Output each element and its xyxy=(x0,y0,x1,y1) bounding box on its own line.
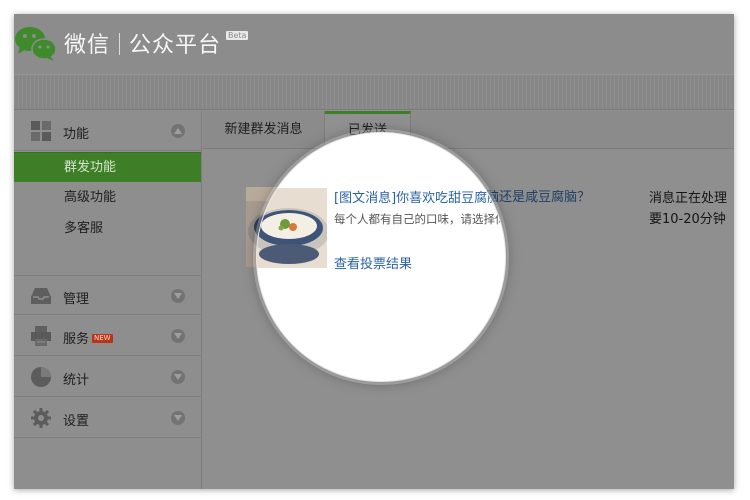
message-description: 每个人都有自己的口味，请选择你的口味吧~ xyxy=(334,212,506,226)
chevron-down-icon[interactable] xyxy=(171,411,185,425)
pie-chart-icon xyxy=(31,367,51,387)
view-vote-results-link[interactable]: 查看投票结果 xyxy=(334,253,412,272)
sidebar-section-label: 服务 NEW xyxy=(63,328,113,347)
sidebar-section-label: 管理 xyxy=(63,292,90,307)
chevron-down-icon[interactable] xyxy=(171,329,185,343)
beta-badge: Beta xyxy=(226,31,249,40)
chevron-down-icon[interactable] xyxy=(171,289,185,303)
sidebar-section-service[interactable]: 服务 NEW xyxy=(14,316,202,356)
status-line-2: 要10-20分钟 xyxy=(649,212,726,227)
sidebar-section-stats[interactable]: 统计 xyxy=(14,357,202,397)
printer-icon xyxy=(31,326,51,346)
message-title-link[interactable]: [图文消息]你喜欢吃甜豆腐脑还是咸豆腐脑？ xyxy=(334,187,505,206)
tofu-pudding-image xyxy=(257,188,327,268)
sidebar-item-advanced[interactable]: 高级功能 xyxy=(14,183,201,213)
sidebar-item-customer-service[interactable]: 多客服 xyxy=(14,214,201,244)
sidebar-section-settings[interactable]: 设置 xyxy=(14,398,202,438)
chevron-up-icon[interactable] xyxy=(171,124,185,138)
status-line-1: 消息正在处理 xyxy=(649,191,728,206)
brand-product: 公众平台 xyxy=(129,33,222,58)
brand-title[interactable]: 微信 公众平台 xyxy=(64,27,221,59)
inbox-icon xyxy=(31,288,51,304)
sidebar-item-mass-send[interactable]: 群发功能 xyxy=(14,152,201,182)
sidebar: 功能 群发功能 高级功能 多客服 管理 服务 NEW 统计 设置 xyxy=(14,111,202,489)
new-badge: NEW xyxy=(92,334,113,343)
spotlight-content: [图文消息]你喜欢吃甜豆腐脑还是咸豆腐脑？ 每个人都有自己的口味，请选择你的口味… xyxy=(257,133,506,381)
sidebar-section-text: 服务 xyxy=(63,332,90,347)
message-thumbnail-lit[interactable] xyxy=(257,188,327,268)
chevron-down-icon[interactable] xyxy=(171,370,185,384)
wechat-logo-icon xyxy=(15,27,57,61)
sidebar-section-label: 设置 xyxy=(63,414,90,429)
spotlight-lens: [图文消息]你喜欢吃甜豆腐脑还是咸豆腐脑？ 每个人都有自己的口味，请选择你的口味… xyxy=(256,132,506,382)
grid-icon xyxy=(31,121,51,141)
sidebar-section-label: 统计 xyxy=(63,373,90,388)
sidebar-section-manage[interactable]: 管理 xyxy=(14,275,202,315)
sidebar-section-function[interactable]: 功能 xyxy=(14,111,202,151)
gear-icon xyxy=(31,408,51,428)
pattern-band xyxy=(14,74,734,110)
processing-status: 消息正在处理 要10-20分钟 xyxy=(649,188,727,230)
sidebar-section-label: 功能 xyxy=(63,127,90,142)
top-header: 微信 公众平台 Beta xyxy=(14,14,734,74)
brand-name: 微信 xyxy=(64,33,111,58)
brand-divider xyxy=(119,33,121,55)
